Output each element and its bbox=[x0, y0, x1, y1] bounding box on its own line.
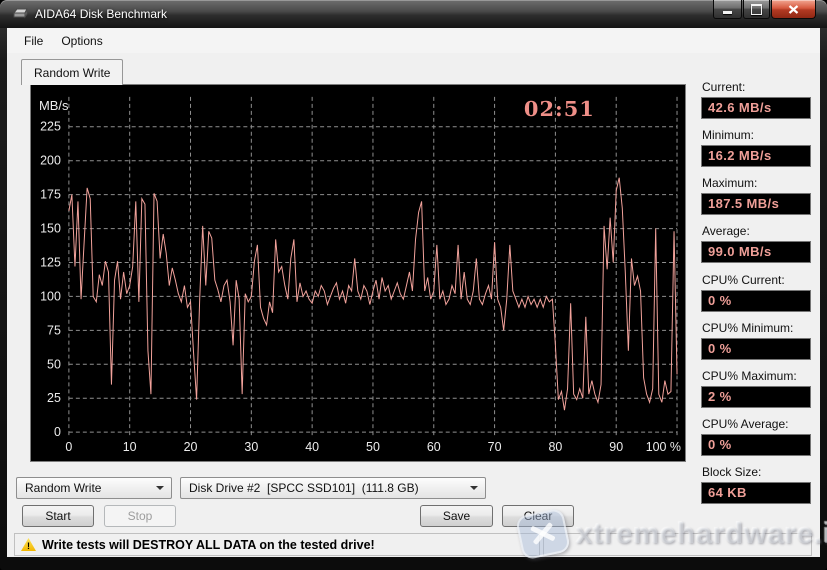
svg-text:30: 30 bbox=[244, 440, 258, 454]
svg-text:50: 50 bbox=[47, 357, 61, 371]
chevron-down-icon bbox=[156, 486, 164, 494]
svg-text:90: 90 bbox=[609, 440, 623, 454]
tab-random-write[interactable]: Random Write bbox=[21, 59, 123, 85]
stat-cpu-average: CPU% Average: 0 % bbox=[701, 417, 815, 456]
svg-text:80: 80 bbox=[548, 440, 562, 454]
stat-cpu-minimum-value: 0 % bbox=[701, 338, 811, 360]
stat-minimum-value: 16.2 MB/s bbox=[701, 145, 811, 167]
title-bar: AIDA64 Disk Benchmark bbox=[0, 0, 827, 28]
warning-text: Write tests will DESTROY ALL DATA on the… bbox=[42, 538, 375, 552]
stat-current: Current: 42.6 MB/s bbox=[701, 80, 815, 119]
minimize-icon bbox=[723, 11, 732, 14]
warning-icon bbox=[21, 538, 36, 551]
svg-text:0: 0 bbox=[65, 440, 72, 454]
svg-text:70: 70 bbox=[488, 440, 502, 454]
svg-text:20: 20 bbox=[184, 440, 198, 454]
stat-cpu-maximum: CPU% Maximum: 2 % bbox=[701, 369, 815, 408]
stat-average-value: 99.0 MB/s bbox=[701, 241, 811, 263]
svg-text:225: 225 bbox=[40, 120, 61, 134]
stat-average: Average: 99.0 MB/s bbox=[701, 224, 815, 263]
start-button[interactable]: Start bbox=[22, 505, 94, 527]
save-button[interactable]: Save bbox=[420, 505, 493, 527]
close-button[interactable] bbox=[771, 0, 816, 19]
menu-options[interactable]: Options bbox=[52, 31, 111, 51]
stat-current-value: 42.6 MB/s bbox=[701, 97, 811, 119]
stat-cpu-maximum-value: 2 % bbox=[701, 386, 811, 408]
window-controls bbox=[713, 0, 816, 19]
close-icon bbox=[788, 5, 799, 14]
chart-svg: 0 25 50 75 100 125 150 175 200 225 MB/s 0 10 20 30 40 50… bbox=[31, 85, 685, 461]
client-area: File Options Random Write 02550751001251… bbox=[7, 28, 820, 557]
svg-text:100 %: 100 % bbox=[646, 440, 681, 454]
stat-maximum: Maximum: 187.5 MB/s bbox=[701, 176, 815, 215]
svg-text:60: 60 bbox=[427, 440, 441, 454]
status-bar-empty-pane bbox=[543, 533, 812, 556]
minimize-button[interactable] bbox=[713, 0, 742, 19]
svg-text:150: 150 bbox=[40, 222, 61, 236]
svg-text:100: 100 bbox=[40, 289, 61, 303]
disk-drive-icon[interactable] bbox=[12, 8, 29, 21]
stop-button[interactable]: Stop bbox=[104, 505, 176, 527]
svg-text:50: 50 bbox=[366, 440, 380, 454]
svg-text:40: 40 bbox=[305, 440, 319, 454]
menu-file[interactable]: File bbox=[15, 31, 52, 51]
status-bar-warning-pane: Write tests will DESTROY ALL DATA on the… bbox=[14, 533, 540, 556]
stat-maximum-value: 187.5 MB/s bbox=[701, 193, 811, 215]
app-window: AIDA64 Disk Benchmark File Options Rando… bbox=[0, 0, 827, 570]
menu-bar: File Options bbox=[7, 28, 820, 53]
svg-text:200: 200 bbox=[40, 154, 61, 168]
svg-text:175: 175 bbox=[40, 188, 61, 202]
svg-text:10: 10 bbox=[123, 440, 137, 454]
stat-cpu-current-value: 0 % bbox=[701, 290, 811, 312]
svg-text:125: 125 bbox=[40, 255, 61, 269]
chevron-down-icon bbox=[470, 486, 478, 494]
stat-minimum: Minimum: 16.2 MB/s bbox=[701, 128, 815, 167]
svg-text:25: 25 bbox=[47, 391, 61, 405]
stat-cpu-average-value: 0 % bbox=[701, 434, 811, 456]
maximize-icon bbox=[751, 4, 762, 15]
stat-cpu-current: CPU% Current: 0 % bbox=[701, 273, 815, 312]
stats-panel: Current: 42.6 MB/s Minimum: 16.2 MB/s Ma… bbox=[701, 80, 815, 513]
svg-text:0: 0 bbox=[54, 425, 61, 439]
window-title: AIDA64 Disk Benchmark bbox=[35, 7, 167, 21]
stat-cpu-minimum: CPU% Minimum: 0 % bbox=[701, 321, 815, 360]
drive-select[interactable]: Disk Drive #2 [SPCC SSD101] (111.8 GB) bbox=[180, 477, 486, 499]
test-type-select[interactable]: Random Write bbox=[16, 477, 172, 499]
svg-text:02:51: 02:51 bbox=[524, 96, 595, 121]
benchmark-chart: 0 25 50 75 100 125 150 175 200 225 MB/s 0 10 20 30 40 50… bbox=[30, 84, 686, 462]
svg-text:MB/s: MB/s bbox=[39, 98, 69, 113]
stat-block-size-value: 64 KB bbox=[701, 482, 811, 504]
stat-block-size: Block Size: 64 KB bbox=[701, 465, 815, 504]
maximize-button[interactable] bbox=[743, 0, 770, 19]
svg-text:75: 75 bbox=[47, 323, 61, 337]
clear-button[interactable]: Clear bbox=[502, 505, 574, 527]
